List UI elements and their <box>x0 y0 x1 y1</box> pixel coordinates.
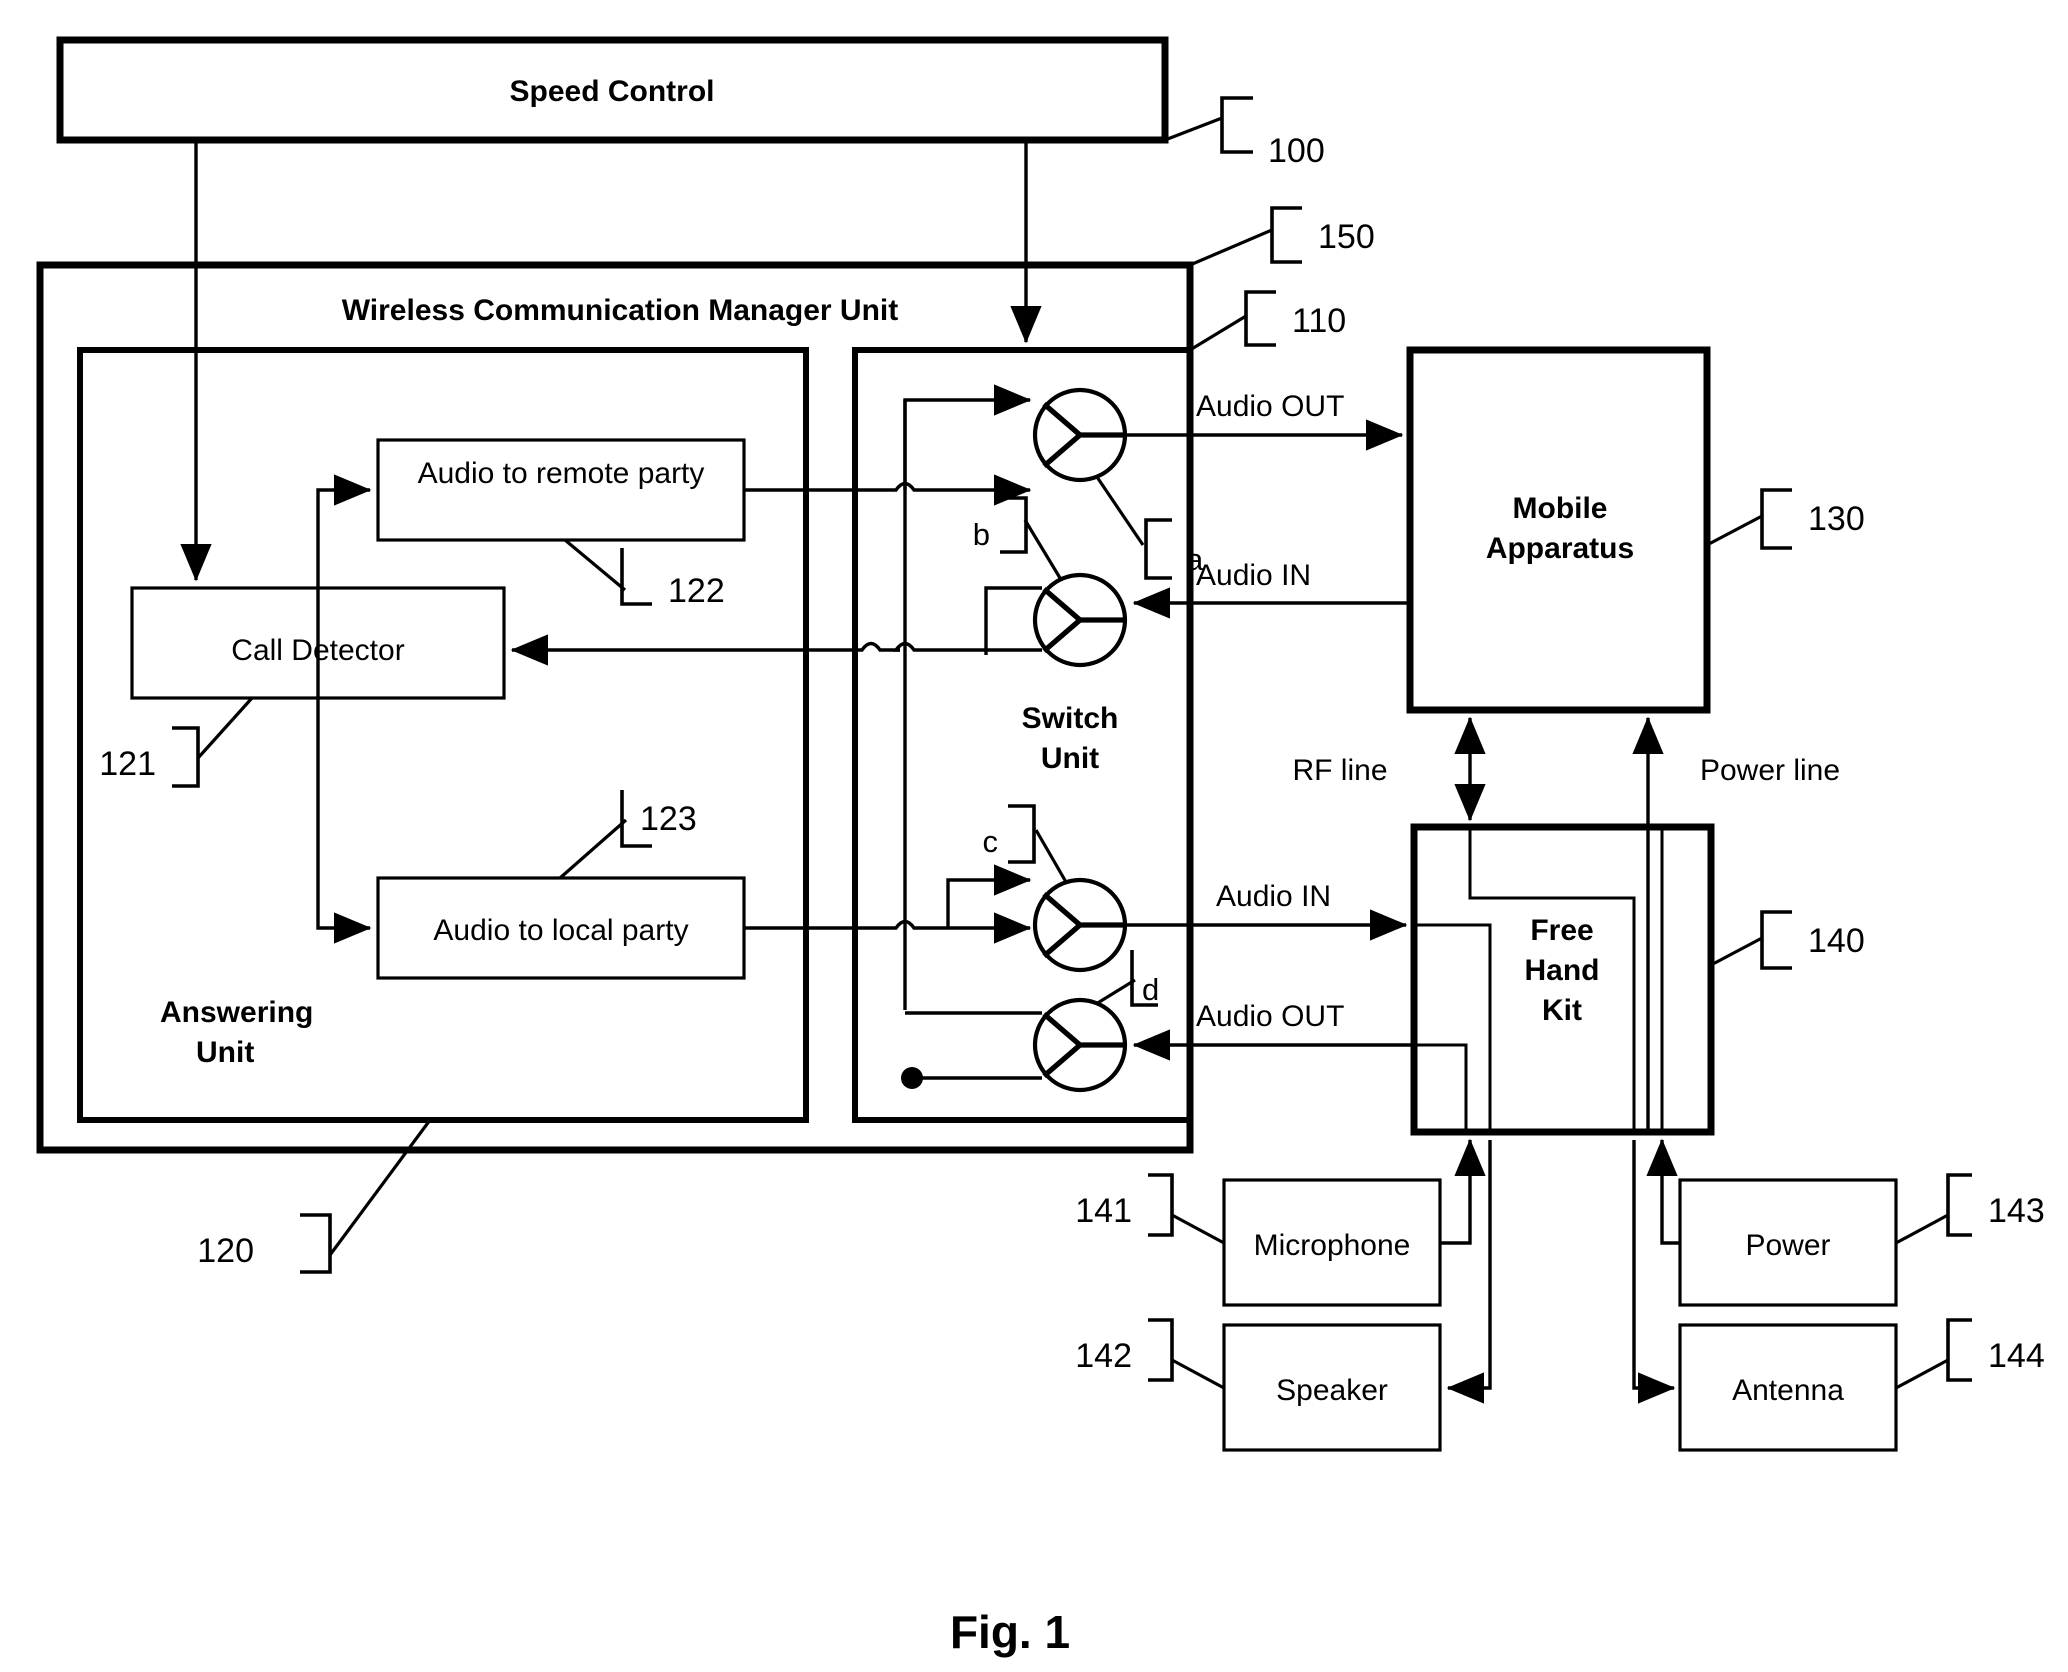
bracket-100 <box>1220 96 1253 154</box>
speaker-label: Speaker <box>1276 1374 1388 1407</box>
audio-to-remote-party-label: Audio to remote party <box>418 457 705 490</box>
refnum-144: 144 <box>1988 1337 2045 1375</box>
leader-150 <box>1189 228 1273 267</box>
bracket-switch-a <box>1144 518 1172 580</box>
answering-unit-label-line2: Unit <box>196 1036 254 1069</box>
bracket-143 <box>1946 1173 1972 1237</box>
bracket-130 <box>1760 488 1792 550</box>
switch-unit-label-line1: Switch <box>1022 702 1119 735</box>
audio-out-bottom-label: Audio OUT <box>1196 1000 1344 1033</box>
refnum-110: 110 <box>1292 302 1346 340</box>
mobile-apparatus-label-line1: Mobile <box>1513 492 1608 525</box>
terminal-dot <box>901 1067 923 1089</box>
wire-audio-local-to-switch-c <box>744 912 1032 944</box>
wire-switch-b-to-call-detector <box>510 634 900 666</box>
wire-bus-to-switch-c-upper <box>946 864 1032 928</box>
refnum-123: 123 <box>640 800 697 838</box>
leader-switch-d <box>1095 978 1136 1006</box>
leader-switch-b <box>1023 519 1062 579</box>
leader-switch-c <box>1034 829 1068 883</box>
refnum-143: 143 <box>1988 1192 2045 1230</box>
switch-d[interactable] <box>1032 997 1128 1093</box>
mobile-apparatus-label-line2: Apparatus <box>1486 532 1634 565</box>
bracket-141 <box>1148 1173 1174 1237</box>
wire-fhk-internal-audio-in <box>1414 923 1492 1132</box>
leader-143 <box>1895 1213 1949 1245</box>
patent-figure-page: Speed Control 100 Wireless Communication… <box>0 0 2068 1672</box>
wire-fhk-to-antenna <box>1632 1140 1676 1404</box>
refnum-142: 142 <box>1075 1337 1132 1375</box>
leader-110 <box>1189 314 1247 352</box>
free-hand-kit-label-line1: Free <box>1530 914 1593 947</box>
audio-in-bottom-label: Audio IN <box>1216 880 1331 913</box>
leader-142 <box>1171 1358 1225 1390</box>
bracket-120 <box>300 1213 332 1274</box>
bracket-switch-b <box>1000 496 1028 554</box>
refnum-140: 140 <box>1808 922 1865 960</box>
switch-label-d: d <box>1142 972 1159 1007</box>
wire-fhk-internal-audio-out <box>1414 1043 1468 1132</box>
refnum-120: 120 <box>197 1232 254 1270</box>
microphone-label: Microphone <box>1254 1229 1411 1262</box>
switch-unit-label-line2: Unit <box>1041 742 1099 775</box>
switch-c[interactable] <box>1032 877 1128 973</box>
rf-line-label: RF line <box>1292 754 1387 787</box>
mobile-apparatus-box <box>1406 346 1711 714</box>
answering-unit-label-line1: Answering <box>160 996 313 1029</box>
figure-caption: Fig. 1 <box>950 1606 1070 1658</box>
audio-to-local-party-label: Audio to local party <box>433 914 688 947</box>
audio-to-remote-party-box <box>376 438 746 542</box>
free-hand-kit-label-line2: Hand <box>1525 954 1600 987</box>
leader-121 <box>196 696 254 760</box>
bracket-122 <box>620 548 652 606</box>
audio-in-top-label: Audio IN <box>1196 559 1311 592</box>
bracket-144 <box>1946 1318 1972 1382</box>
bracket-150 <box>1270 206 1302 264</box>
refnum-121: 121 <box>99 745 156 783</box>
speed-control-label: Speed Control <box>509 75 714 108</box>
power-label: Power <box>1745 1229 1830 1262</box>
leader-switch-a <box>1095 476 1145 546</box>
bracket-110 <box>1244 290 1276 347</box>
leader-144 <box>1895 1358 1949 1390</box>
leader-123 <box>558 818 628 880</box>
antenna-label: Antenna <box>1732 1374 1844 1407</box>
switch-a[interactable] <box>1032 387 1128 483</box>
leader-120 <box>328 1119 432 1256</box>
wire-audio-remote-to-switch-a <box>744 474 1032 506</box>
free-hand-kit-label-line3: Kit <box>1542 994 1582 1027</box>
wire-call-detector-to-audio-local <box>316 698 372 944</box>
wire-microphone-to-fhk <box>1440 1138 1486 1245</box>
power-line-label: Power line <box>1700 754 1840 787</box>
switch-label-c: c <box>983 824 999 859</box>
leader-140 <box>1710 936 1763 967</box>
wire-power-to-fhk <box>1646 1138 1680 1245</box>
audio-out-top-label: Audio OUT <box>1196 390 1344 423</box>
wire-switch-b-lower-left <box>892 641 1042 652</box>
refnum-141: 141 <box>1075 1192 1132 1230</box>
leader-100 <box>1164 116 1223 142</box>
wcmu-label: Wireless Communication Manager Unit <box>342 294 899 327</box>
bracket-142 <box>1148 1318 1174 1382</box>
bracket-switch-c <box>1008 804 1036 864</box>
block-diagram: Speed Control 100 Wireless Communication… <box>36 36 2045 1658</box>
leader-130 <box>1706 514 1763 547</box>
refnum-100: 100 <box>1268 132 1325 170</box>
bracket-140 <box>1760 910 1792 970</box>
wire-bus-to-switch-a-upper <box>903 384 1032 490</box>
switch-b[interactable] <box>1032 572 1128 668</box>
bracket-121 <box>172 726 200 788</box>
refnum-130: 130 <box>1808 500 1865 538</box>
leader-122 <box>563 538 627 592</box>
switch-label-b: b <box>973 517 990 552</box>
leader-141 <box>1171 1213 1225 1245</box>
refnum-150: 150 <box>1318 218 1375 256</box>
refnum-122: 122 <box>668 572 725 610</box>
